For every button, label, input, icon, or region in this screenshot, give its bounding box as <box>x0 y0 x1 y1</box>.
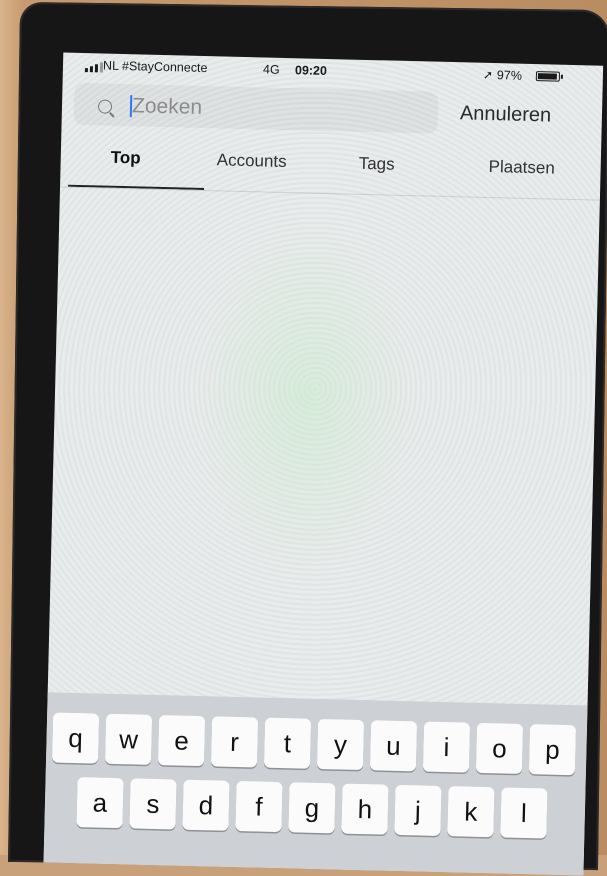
key-i[interactable]: i <box>422 721 471 773</box>
key-h[interactable]: h <box>341 783 389 835</box>
location-arrow-icon: ➚ <box>482 67 494 83</box>
search-bar: Annuleren <box>61 82 602 144</box>
cancel-button[interactable]: Annuleren <box>460 102 552 127</box>
search-icon <box>97 99 113 114</box>
key-u[interactable]: u <box>369 720 418 772</box>
key-p[interactable]: p <box>528 724 577 776</box>
carrier-name: NL #StayConnecte <box>102 58 208 76</box>
search-input[interactable] <box>131 91 433 129</box>
phone-screen: NL #StayConnecte 4G 09:20 ➚ 97% Annulere… <box>43 52 604 876</box>
key-t[interactable]: t <box>263 717 312 769</box>
key-q[interactable]: q <box>51 712 100 764</box>
keyboard: qwertyuiop asdfghjkl <box>43 692 588 876</box>
status-time: 09:20 <box>294 63 328 78</box>
tab-places[interactable]: Plaatsen <box>488 157 555 179</box>
keyboard-row-1: qwertyuiop <box>46 712 587 781</box>
key-g[interactable]: g <box>288 782 336 834</box>
tab-tags[interactable]: Tags <box>358 154 394 175</box>
battery-icon <box>535 71 561 82</box>
key-e[interactable]: e <box>157 715 206 767</box>
key-w[interactable]: w <box>104 713 153 765</box>
key-s[interactable]: s <box>129 778 177 830</box>
key-k[interactable]: k <box>447 786 495 838</box>
tab-top[interactable]: Top <box>111 148 141 169</box>
key-f[interactable]: f <box>235 780 283 833</box>
search-field[interactable] <box>73 82 439 134</box>
keyboard-row-2: asdfghjkl <box>44 776 585 845</box>
key-y[interactable]: y <box>316 718 365 771</box>
network-type: 4G <box>262 62 280 77</box>
search-results-area <box>48 188 600 701</box>
key-l[interactable]: l <box>500 787 548 839</box>
key-a[interactable]: a <box>76 777 124 829</box>
key-d[interactable]: d <box>182 779 230 831</box>
key-j[interactable]: j <box>394 784 442 836</box>
tab-accounts[interactable]: Accounts <box>216 150 287 172</box>
phone-body: NL #StayConnecte 4G 09:20 ➚ 97% Annulere… <box>8 1 607 876</box>
battery-percentage: 97% <box>496 68 523 83</box>
key-r[interactable]: r <box>210 716 259 768</box>
signal-strength-icon <box>84 61 104 73</box>
key-o[interactable]: o <box>475 722 524 774</box>
